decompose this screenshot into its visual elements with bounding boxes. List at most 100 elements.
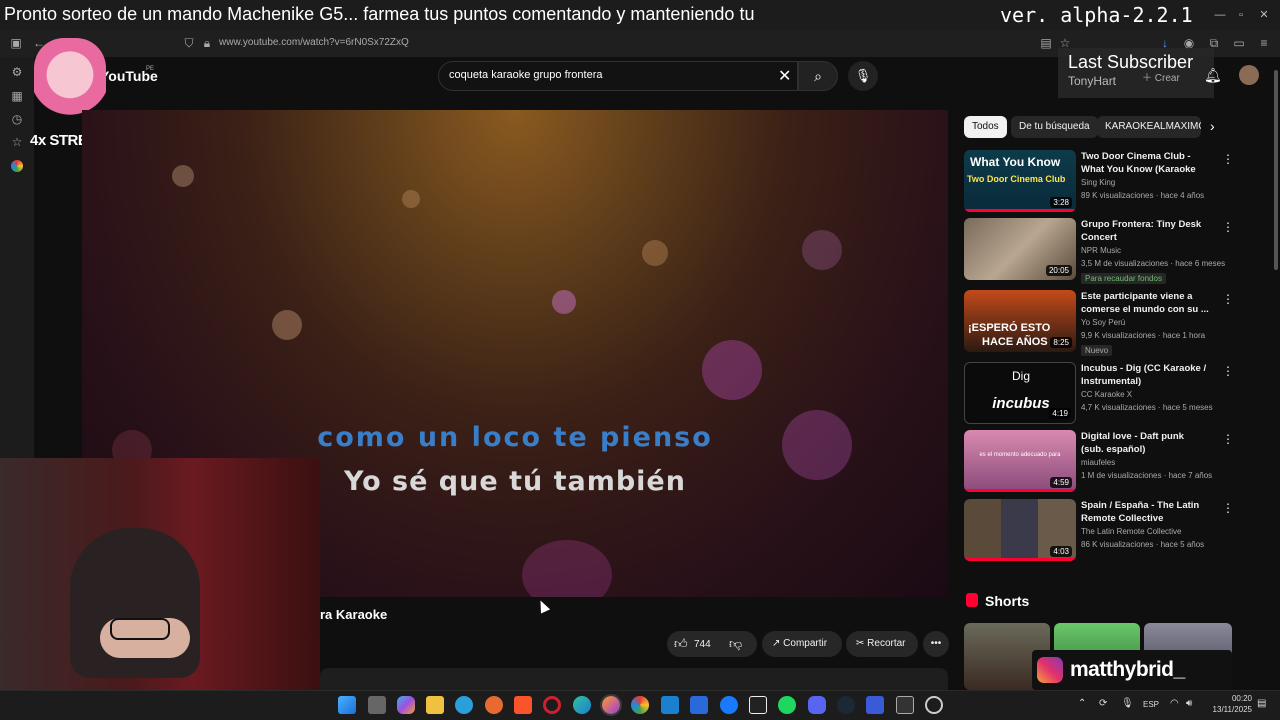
browser-app-icon[interactable] bbox=[485, 696, 503, 714]
recommendation-item[interactable]: What You Know Two Door Cinema Club 3:28 … bbox=[964, 150, 1234, 214]
video-thumbnail[interactable]: es el momento adecuado para 4:59 bbox=[964, 430, 1076, 492]
task-view-icon[interactable] bbox=[368, 696, 386, 714]
todo-icon[interactable] bbox=[690, 696, 708, 714]
video-thumbnail[interactable]: Dig incubus 4:19 bbox=[964, 362, 1076, 424]
more-vert-icon[interactable]: ⋮ bbox=[1222, 501, 1234, 515]
recommendation-item[interactable]: ¡ESPERÓ ESTO HACE AÑOS 8:25 Este partici… bbox=[964, 290, 1234, 356]
more-vert-icon[interactable]: ⋮ bbox=[1222, 292, 1234, 306]
shorts-heading: Shorts bbox=[985, 593, 1030, 609]
video-thumbnail[interactable]: 20:05 bbox=[964, 218, 1076, 280]
instagram-handle: matthybrid_ bbox=[1070, 658, 1185, 681]
reader-mode-icon[interactable]: ▤ bbox=[1039, 36, 1053, 50]
epic-games-icon[interactable] bbox=[896, 696, 914, 714]
steam-icon[interactable] bbox=[837, 696, 855, 714]
clear-search-icon[interactable]: ✕ bbox=[778, 66, 791, 86]
chevron-right-icon[interactable]: › bbox=[1210, 118, 1215, 134]
tray-expand-icon[interactable]: ⌃ bbox=[1078, 698, 1086, 709]
more-vert-icon[interactable]: ⋮ bbox=[1222, 220, 1234, 234]
chrome-icon[interactable] bbox=[11, 160, 23, 172]
more-vert-icon[interactable]: ⋮ bbox=[1222, 152, 1234, 166]
recommendation-item[interactable]: es el momento adecuado para 4:59 Digital… bbox=[964, 430, 1234, 494]
search-button[interactable]: ⌕ bbox=[798, 61, 838, 91]
description-box[interactable] bbox=[320, 668, 948, 690]
chip-from-search[interactable]: De tu búsqueda bbox=[1011, 116, 1098, 138]
channel-name[interactable]: Sing King bbox=[1081, 178, 1115, 187]
channel-name[interactable]: Yo Soy Perú bbox=[1081, 318, 1125, 327]
notifications-icon[interactable]: 🔔︎ bbox=[1204, 67, 1222, 84]
video-thumbnail[interactable]: 4:03 bbox=[964, 499, 1076, 561]
recommendation-title[interactable]: Spain / España - The Latin Remote Collec… bbox=[1081, 499, 1209, 525]
edge-icon[interactable] bbox=[573, 696, 591, 714]
dislike-icon[interactable]: 👎︎ bbox=[729, 636, 742, 652]
close-icon[interactable]: ✕ bbox=[1257, 8, 1271, 22]
tabs-icon[interactable]: ▦ bbox=[10, 89, 24, 103]
more-actions-button[interactable]: ••• bbox=[923, 631, 949, 657]
recommendation-item[interactable]: 20:05 Grupo Frontera: Tiny Desk Concert … bbox=[964, 218, 1234, 284]
screenshot-icon[interactable]: ▭ bbox=[1232, 36, 1246, 50]
share-icon: ↗ bbox=[772, 638, 784, 649]
microphone-tray-icon[interactable]: 🎙︎ bbox=[1121, 698, 1134, 709]
scrollbar[interactable] bbox=[1274, 70, 1278, 270]
clock-date[interactable]: 13/11/2025 bbox=[1200, 705, 1252, 714]
channel-name[interactable]: The Latin Remote Collective bbox=[1081, 527, 1182, 536]
sidebar-toggle-icon[interactable]: ▣ bbox=[9, 36, 23, 50]
bookmarks-icon[interactable]: ☆ bbox=[10, 135, 24, 149]
video-thumbnail[interactable]: What You Know Two Door Cinema Club 3:28 bbox=[964, 150, 1076, 212]
like-icon[interactable]: 👍︎ bbox=[674, 636, 688, 652]
shield-icon[interactable]: ⛉ bbox=[182, 36, 196, 50]
wifi-icon[interactable]: ◠ bbox=[1170, 698, 1179, 709]
history-icon[interactable]: ◷ bbox=[10, 112, 24, 126]
file-explorer-icon[interactable] bbox=[426, 696, 444, 714]
minimize-icon[interactable]: — bbox=[1213, 8, 1227, 22]
channel-name[interactable]: miaufeles bbox=[1081, 458, 1115, 467]
share-label: Compartir bbox=[783, 638, 828, 649]
recommendation-title[interactable]: Two Door Cinema Club - What You Know (Ka… bbox=[1081, 150, 1209, 177]
app-icon[interactable] bbox=[866, 696, 884, 714]
share-button[interactable]: ↗ Compartir bbox=[762, 631, 842, 657]
brave-icon[interactable] bbox=[514, 696, 532, 714]
notification-center-icon[interactable]: ▤ bbox=[1257, 698, 1266, 709]
keyboard-language[interactable]: ESP bbox=[1143, 700, 1159, 709]
start-icon[interactable] bbox=[338, 696, 356, 714]
more-vert-icon[interactable]: ⋮ bbox=[1222, 364, 1234, 378]
tray-app-icon[interactable]: ⟳ bbox=[1099, 698, 1107, 709]
clip-button[interactable]: ✂ Recortar bbox=[846, 631, 918, 657]
video-thumbnail[interactable]: ¡ESPERÓ ESTO HACE AÑOS 8:25 bbox=[964, 290, 1076, 352]
channel-name[interactable]: NPR Music bbox=[1081, 246, 1121, 255]
settings-icon[interactable]: ⚙ bbox=[10, 65, 24, 79]
channel-name[interactable]: CC Karaoke X bbox=[1081, 390, 1132, 399]
vscode-icon[interactable] bbox=[661, 696, 679, 714]
microphone-button[interactable]: 🎙︎ bbox=[848, 61, 878, 91]
volume-icon[interactable]: 🔊︎ bbox=[1186, 698, 1192, 709]
more-vert-icon[interactable]: ⋮ bbox=[1222, 432, 1234, 446]
copilot-icon[interactable] bbox=[397, 696, 415, 714]
discord-icon[interactable] bbox=[808, 696, 826, 714]
recommendation-item[interactable]: 4:03 Spain / España - The Latin Remote C… bbox=[964, 499, 1234, 563]
opera-icon[interactable] bbox=[543, 696, 561, 714]
avatar[interactable] bbox=[1239, 65, 1259, 85]
clock-time[interactable]: 00:20 bbox=[1210, 694, 1252, 703]
recommendation-item[interactable]: Dig incubus 4:19 Incubus - Dig (CC Karao… bbox=[964, 362, 1234, 426]
tradingview-icon[interactable] bbox=[749, 696, 767, 714]
telegram-icon[interactable] bbox=[455, 696, 473, 714]
chrome-taskbar-icon[interactable] bbox=[631, 696, 649, 714]
chip-all[interactable]: Todos bbox=[964, 116, 1007, 138]
search-input[interactable]: coqueta karaoke grupo frontera bbox=[449, 69, 603, 81]
spotify-icon[interactable] bbox=[778, 696, 796, 714]
create-label: Crear bbox=[1154, 73, 1180, 84]
messenger-icon[interactable] bbox=[720, 696, 738, 714]
recommendation-title[interactable]: Grupo Frontera: Tiny Desk Concert bbox=[1081, 218, 1209, 244]
lock-icon[interactable]: 🔒︎ bbox=[200, 36, 214, 50]
obs-icon[interactable] bbox=[925, 696, 943, 714]
recommendation-title[interactable]: Incubus - Dig (CC Karaoke / Instrumental… bbox=[1081, 362, 1209, 388]
chip-karaokealmaximo[interactable]: KARAOKEALMAXIMO bbox=[1097, 116, 1201, 138]
duration-badge: 3:28 bbox=[1050, 197, 1072, 208]
fundraiser-badge: Para recaudar fondos bbox=[1081, 273, 1166, 284]
firefox-icon[interactable] bbox=[600, 694, 622, 716]
recommendation-title[interactable]: Digital love - Daft punk (sub. español) bbox=[1081, 430, 1209, 456]
recommendation-title[interactable]: Este participante viene a comerse el mun… bbox=[1081, 290, 1209, 316]
url-bar[interactable]: www.youtube.com/watch?v=6rN0Sx72ZxQ bbox=[219, 37, 409, 48]
mouse-cursor bbox=[535, 598, 551, 614]
maximize-icon[interactable]: ▫ bbox=[1234, 8, 1248, 22]
menu-icon[interactable]: ≡ bbox=[1257, 36, 1271, 50]
